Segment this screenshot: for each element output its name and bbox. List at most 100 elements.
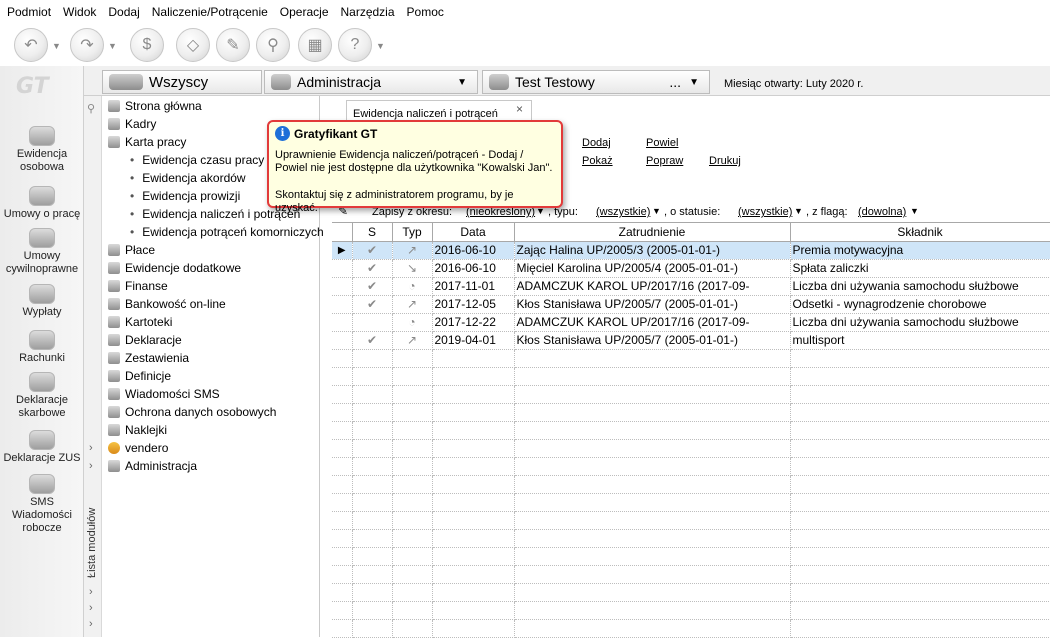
module-strona-glowna[interactable]: Strona główna — [108, 99, 202, 113]
menu-widok[interactable]: Widok — [57, 5, 102, 19]
table-row[interactable]: ✔ ↗ 2019-04-01 Kłos Stanisława UP/2005/7 (2… — [332, 331, 1050, 350]
pin-icon[interactable]: ⚲ — [87, 102, 95, 115]
module-naklejki[interactable]: Naklejki — [108, 423, 167, 437]
module-ewidencje-dodatkowe[interactable]: Ewidencje dodatkowe — [108, 261, 241, 275]
module-kartoteki[interactable]: Kartoteki — [108, 315, 172, 329]
empty-cell — [332, 601, 353, 620]
link-pokaz[interactable]: Pokaż — [582, 155, 613, 167]
module-deklaracje[interactable]: Deklaracje — [108, 333, 182, 347]
help-dropdown-caret[interactable]: ▼ — [376, 41, 385, 51]
nav-wyplaty[interactable]: Wypłaty — [0, 284, 84, 319]
module-karta-pracy[interactable]: Karta pracy — [108, 135, 186, 149]
module-strip[interactable]: ⚲ › › Lista modułów › › › › — [84, 96, 102, 637]
nav-rachunki[interactable]: Rachunki — [0, 330, 84, 365]
forward-icon[interactable]: ↷ — [70, 28, 104, 62]
tab-wszyscy[interactable]: Wszyscy — [102, 70, 262, 94]
module-ewidencja-akordow[interactable]: Ewidencja akordów — [130, 171, 245, 185]
eraser-icon[interactable]: ◇ — [176, 28, 210, 62]
back-dropdown-caret[interactable]: ▼ — [52, 41, 61, 51]
header-s[interactable]: S — [352, 223, 393, 242]
menu-naliczenie[interactable]: Naliczenie/Potrącenie — [146, 5, 274, 19]
empty-cell — [352, 547, 393, 566]
module-wiadomosci-sms[interactable]: Wiadomości SMS — [108, 387, 220, 401]
menu-podmiot[interactable]: Podmiot — [0, 5, 57, 19]
link-popraw[interactable]: Popraw — [646, 155, 683, 167]
chevron-right-icon[interactable]: › — [89, 602, 93, 614]
type-select[interactable]: (wszystkie) — [596, 206, 650, 218]
menu-narzedzia[interactable]: Narzędzia — [335, 5, 401, 19]
module-ewidencja-czasu[interactable]: Ewidencja czasu pracy — [130, 153, 264, 167]
link-powiel[interactable]: Powiel — [646, 137, 678, 149]
empty-cell — [352, 511, 393, 530]
forward-dropdown-caret[interactable]: ▼ — [108, 41, 117, 51]
chevron-down-icon[interactable]: ▼ — [794, 206, 803, 216]
empty-cell — [514, 439, 791, 458]
table-header-row: S Typ Data Zatrudnienie Składnik — [332, 223, 1050, 242]
link-drukuj[interactable]: Drukuj — [709, 155, 741, 167]
empty-cell — [332, 565, 353, 584]
user-dropdown[interactable]: Test Testowy ... ▼ — [482, 70, 710, 94]
empty-cell — [352, 583, 393, 602]
money-icon[interactable]: $ — [130, 28, 164, 62]
chevron-right-icon[interactable]: › — [89, 618, 93, 630]
nav-umowy-cywilnoprawne[interactable]: Umowy cywilnoprawne — [0, 228, 84, 276]
menu-pomoc[interactable]: Pomoc — [401, 5, 450, 19]
module-bankowosc[interactable]: Bankowość on-line — [108, 297, 226, 311]
empty-cell — [352, 421, 393, 440]
empty-cell — [514, 511, 791, 530]
chevron-right-icon[interactable]: › — [89, 442, 93, 454]
module-kadry[interactable]: Kadry — [108, 117, 156, 131]
back-icon[interactable]: ↶ — [14, 28, 48, 62]
table-row[interactable]: ✔ ◔ 2017-11-01 ADAMCZUK KAROL UP/2017/16 (2… — [332, 277, 1050, 296]
table-row[interactable]: ✔ ↗ 2017-12-05 Kłos Stanisława UP/2005/7 (2… — [332, 295, 1050, 314]
header-typ[interactable]: Typ — [392, 223, 433, 242]
chevron-down-icon[interactable]: ▼ — [910, 206, 919, 216]
empty-cell — [332, 493, 353, 512]
header-data[interactable]: Data — [432, 223, 515, 242]
empty-cell — [790, 619, 1050, 638]
table-row[interactable]: ◔ 2017-12-22 ADAMCZUK KAROL UP/2017/16 (20… — [332, 313, 1050, 332]
cell-employee: Kłos Stanisława UP/2005/7 (2005-01-01-) — [514, 331, 791, 350]
chevron-right-icon[interactable]: › — [89, 586, 93, 598]
nav-umowy-o-prace[interactable]: Umowy o pracę — [0, 186, 84, 221]
close-icon[interactable]: × — [516, 102, 523, 116]
nav-sms[interactable]: SMS Wiadomości robocze — [0, 474, 84, 535]
calculator-icon[interactable]: ▦ — [298, 28, 332, 62]
flag-select[interactable]: (dowolna) — [858, 206, 906, 218]
table-row[interactable]: ▶ ✔ ↗ 2016-06-10 Zając Halina UP/2005/3 (200… — [332, 241, 1050, 260]
empty-cell — [332, 619, 353, 638]
tab-ewidencja-naliczen[interactable]: Ewidencja naliczeń i potrąceń × — [346, 100, 532, 122]
status-select[interactable]: (wszystkie) — [738, 206, 792, 218]
menu-operacje[interactable]: Operacje — [274, 5, 335, 19]
table-row[interactable]: ✔ ↘ 2016-06-10 Mięciel Karolina UP/2005/4 (… — [332, 259, 1050, 278]
menu-dodaj[interactable]: Dodaj — [102, 5, 145, 19]
cell-employee: ADAMCZUK KAROL UP/2017/16 (2017-09- — [514, 313, 791, 332]
module-place[interactable]: Płace — [108, 243, 155, 257]
header-skladnik[interactable]: Składnik — [790, 223, 1050, 242]
chevron-right-icon[interactable]: › — [89, 570, 93, 582]
link-dodaj[interactable]: Dodaj — [582, 137, 611, 149]
module-finanse[interactable]: Finanse — [108, 279, 168, 293]
module-ewidencja-komorniczych[interactable]: Ewidencja potrąceń komorniczych — [130, 225, 323, 239]
nav-ewidencja-osobowa[interactable]: Ewidencja osobowa — [0, 126, 84, 174]
chevron-down-icon[interactable]: ▼ — [652, 206, 661, 216]
admin-dropdown[interactable]: Administracja ▼ — [264, 70, 478, 94]
module-administracja[interactable]: Administracja — [108, 459, 197, 473]
module-ochrona-danych[interactable]: Ochrona danych osobowych — [108, 405, 276, 419]
module-ewidencja-prowizji[interactable]: Ewidencja prowizji — [130, 189, 240, 203]
header-zatrudnienie[interactable]: Zatrudnienie — [514, 223, 791, 242]
sticker-icon — [108, 424, 120, 436]
contract-icon — [29, 186, 55, 206]
module-vendero[interactable]: vendero — [108, 441, 168, 455]
nav-deklaracje-zus[interactable]: Deklaracje ZUS — [0, 430, 84, 465]
empty-cell — [352, 367, 393, 386]
people-search-icon[interactable]: ⚲ — [256, 28, 290, 62]
tools-icon[interactable]: ✎ — [216, 28, 250, 62]
help-icon[interactable]: ? — [338, 28, 372, 62]
report-icon — [108, 352, 120, 364]
empty-cell — [790, 475, 1050, 494]
chevron-right-icon[interactable]: › — [89, 460, 93, 472]
module-zestawienia[interactable]: Zestawienia — [108, 351, 189, 365]
nav-deklaracje-skarbowe[interactable]: Deklaracje skarbowe — [0, 372, 84, 420]
module-definicje[interactable]: Definicje — [108, 369, 171, 383]
